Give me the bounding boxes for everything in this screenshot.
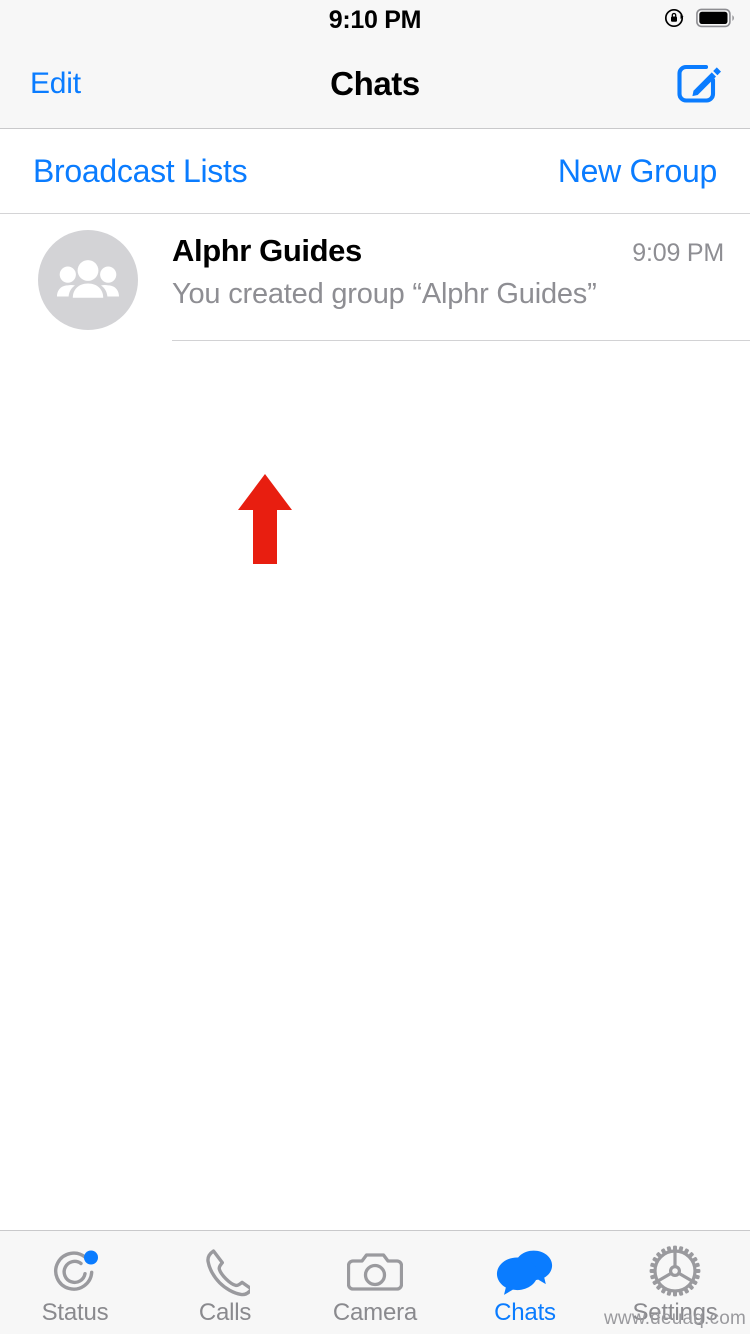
sub-toolbar: Broadcast Lists New Group [0,129,750,214]
status-bar: 9:10 PM [0,0,750,40]
annotation-arrow-up-icon [237,474,293,564]
chat-list: Alphr Guides 9:09 PM You created group “… [0,214,750,1230]
chat-preview-text: You created group “Alphr Guides” [172,274,724,314]
camera-icon [345,1245,405,1297]
rotation-lock-icon [663,6,687,35]
tab-settings[interactable]: Settings [600,1231,750,1334]
broadcast-lists-button[interactable]: Broadcast Lists [33,153,247,190]
chat-item-header: Alphr Guides 9:09 PM [172,230,724,272]
tab-chats[interactable]: Chats [450,1231,600,1334]
tab-label-status: Status [42,1299,109,1327]
status-bar-indicators [663,0,736,40]
new-group-button[interactable]: New Group [558,153,717,190]
chat-bubbles-icon [495,1245,555,1297]
tab-label-calls: Calls [199,1299,251,1327]
chat-timestamp: 9:09 PM [620,239,724,268]
battery-full-icon [696,8,736,33]
tab-calls[interactable]: Calls [150,1231,300,1334]
phone-screen: 9:10 PM Edit Chats [0,0,750,1334]
tab-label-chats: Chats [494,1299,556,1327]
chat-item-content: Alphr Guides 9:09 PM You created group “… [172,230,750,341]
chat-list-item[interactable]: Alphr Guides 9:09 PM You created group “… [0,214,750,341]
tab-label-settings: Settings [632,1299,717,1327]
compose-icon[interactable] [672,58,724,110]
status-bar-time: 9:10 PM [0,0,750,40]
phone-icon [195,1245,255,1297]
tab-bar: Status Calls Camera [0,1230,750,1334]
group-avatar-icon [38,230,138,330]
list-separator [172,340,750,341]
tab-camera[interactable]: Camera [300,1231,450,1334]
status-rings-icon [45,1245,105,1297]
tab-status[interactable]: Status [0,1231,150,1334]
gear-icon [645,1245,705,1297]
page-title: Chats [0,65,750,103]
navigation-bar: Edit Chats [0,40,750,129]
chat-name: Alphr Guides [172,230,362,272]
tab-label-camera: Camera [333,1299,417,1327]
